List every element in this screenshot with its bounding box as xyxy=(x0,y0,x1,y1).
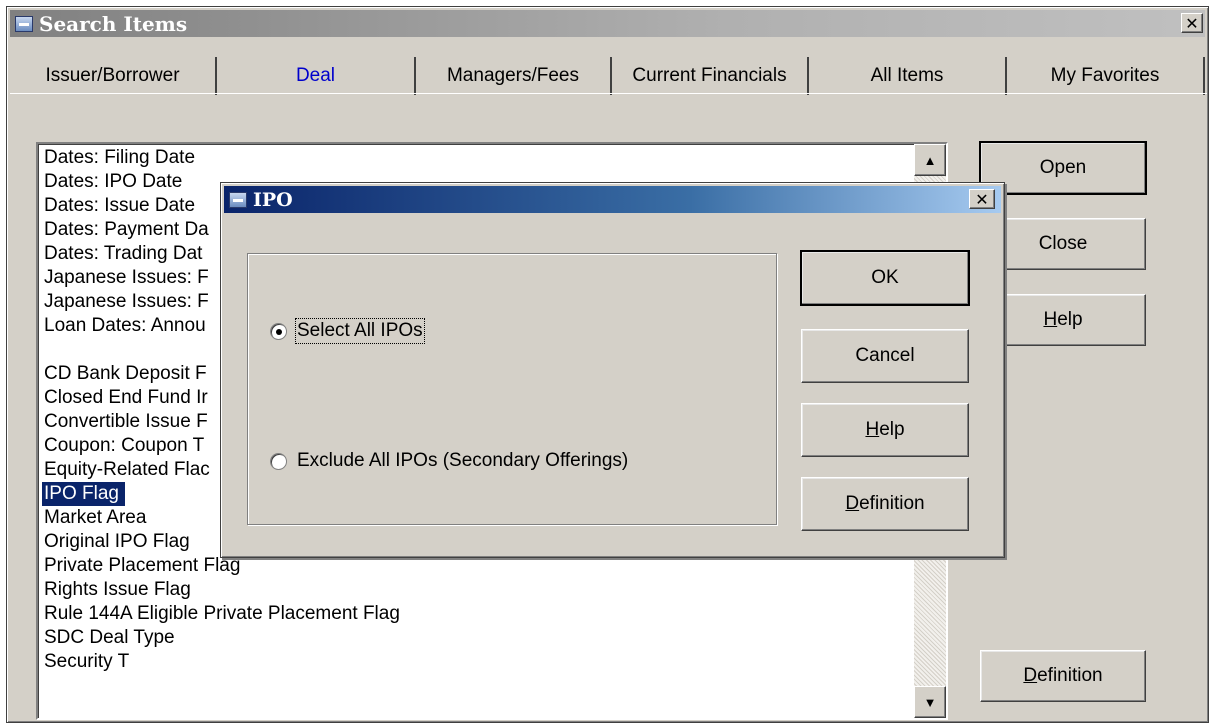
list-item[interactable]: CD Bank Deposit F xyxy=(42,362,213,386)
ipo-ok-button[interactable]: OK xyxy=(800,250,970,306)
dialog-app-icon xyxy=(229,191,247,208)
list-item[interactable]: Equity-Related Flac xyxy=(42,458,216,482)
list-item[interactable]: Dates: Trading Dat xyxy=(42,242,208,266)
radio-select-all-ipos[interactable]: Select All IPOs xyxy=(270,318,425,344)
tab-issuer-borrower[interactable]: Issuer/Borrower xyxy=(10,57,217,95)
app-icon xyxy=(15,15,33,32)
help-accel: H xyxy=(1043,309,1058,330)
tab-my-favorites[interactable]: My Favorites xyxy=(1007,57,1205,95)
list-item[interactable]: Original IPO Flag xyxy=(42,530,196,554)
ipo-definition-label-rest: efinition xyxy=(859,493,925,514)
definition-accel: D xyxy=(1023,665,1038,686)
help-label-rest: elp xyxy=(1057,309,1083,330)
ipo-help-label-rest: elp xyxy=(879,419,905,440)
radio-select-all-ipos-label: Select All IPOs xyxy=(295,318,425,344)
ipo-dialog: IPO ✕ Select All IPOs Exclude All IPOs (… xyxy=(220,182,1005,558)
list-item[interactable]: Loan Dates: Annou xyxy=(42,314,212,338)
list-item[interactable]: Security T xyxy=(42,650,135,674)
tab-deal[interactable]: Deal xyxy=(217,57,416,95)
ipo-definition-button[interactable]: Definition xyxy=(801,477,969,531)
ipo-dialog-title: IPO xyxy=(253,188,293,211)
list-item[interactable]: Japanese Issues: F xyxy=(42,290,215,314)
list-item[interactable] xyxy=(42,338,50,362)
list-item[interactable]: Market Area xyxy=(42,506,152,530)
list-item[interactable]: Private Placement Flag xyxy=(42,554,246,578)
radio-exclude-all-ipos-label: Exclude All IPOs (Secondary Offerings) xyxy=(297,450,629,471)
list-item[interactable]: IPO Flag xyxy=(42,482,125,506)
ipo-help-button[interactable]: Help xyxy=(801,403,969,457)
scroll-down-button[interactable]: ▼ xyxy=(914,686,946,718)
scroll-up-button[interactable]: ▲ xyxy=(914,144,946,176)
radio-select-all-ipos-circle[interactable] xyxy=(270,322,287,340)
ipo-definition-accel: D xyxy=(845,493,860,514)
ipo-help-accel: H xyxy=(865,419,880,440)
window-title: Search Items xyxy=(39,11,188,36)
ipo-cancel-button[interactable]: Cancel xyxy=(801,329,969,383)
list-item[interactable]: Dates: Payment Da xyxy=(42,218,215,242)
list-item[interactable]: Dates: Filing Date xyxy=(42,146,201,170)
tab-strip: Issuer/Borrower Deal Managers/Fees Curre… xyxy=(10,57,1207,95)
list-item[interactable]: Dates: Issue Date xyxy=(42,194,201,218)
list-item[interactable]: SDC Deal Type xyxy=(42,626,181,650)
definition-button[interactable]: Definition xyxy=(980,650,1146,702)
list-item[interactable]: Rights Issue Flag xyxy=(42,578,197,602)
tab-current-financials[interactable]: Current Financials xyxy=(612,57,809,95)
tab-all-items[interactable]: All Items xyxy=(809,57,1007,95)
ipo-options-group: Select All IPOs Exclude All IPOs (Second… xyxy=(247,253,777,525)
radio-exclude-all-ipos[interactable]: Exclude All IPOs (Secondary Offerings) xyxy=(270,450,628,472)
tab-managers-fees[interactable]: Managers/Fees xyxy=(416,57,612,95)
definition-label-rest: efinition xyxy=(1037,665,1103,686)
list-item[interactable]: Rule 144A Eligible Private Placement Fla… xyxy=(42,602,406,626)
window-close-button[interactable]: ✕ xyxy=(1181,13,1203,33)
list-item[interactable]: Coupon: Coupon T xyxy=(42,434,210,458)
radio-exclude-all-ipos-circle[interactable] xyxy=(270,452,287,470)
list-item[interactable]: Convertible Issue F xyxy=(42,410,214,434)
window-titlebar: Search Items ✕ xyxy=(10,10,1205,37)
ipo-titlebar: IPO ✕ xyxy=(224,186,1001,213)
ipo-close-button[interactable]: ✕ xyxy=(969,189,995,209)
list-item[interactable]: Japanese Issues: F xyxy=(42,266,215,290)
list-item[interactable]: Dates: IPO Date xyxy=(42,170,188,194)
list-item[interactable]: Closed End Fund Ir xyxy=(42,386,214,410)
